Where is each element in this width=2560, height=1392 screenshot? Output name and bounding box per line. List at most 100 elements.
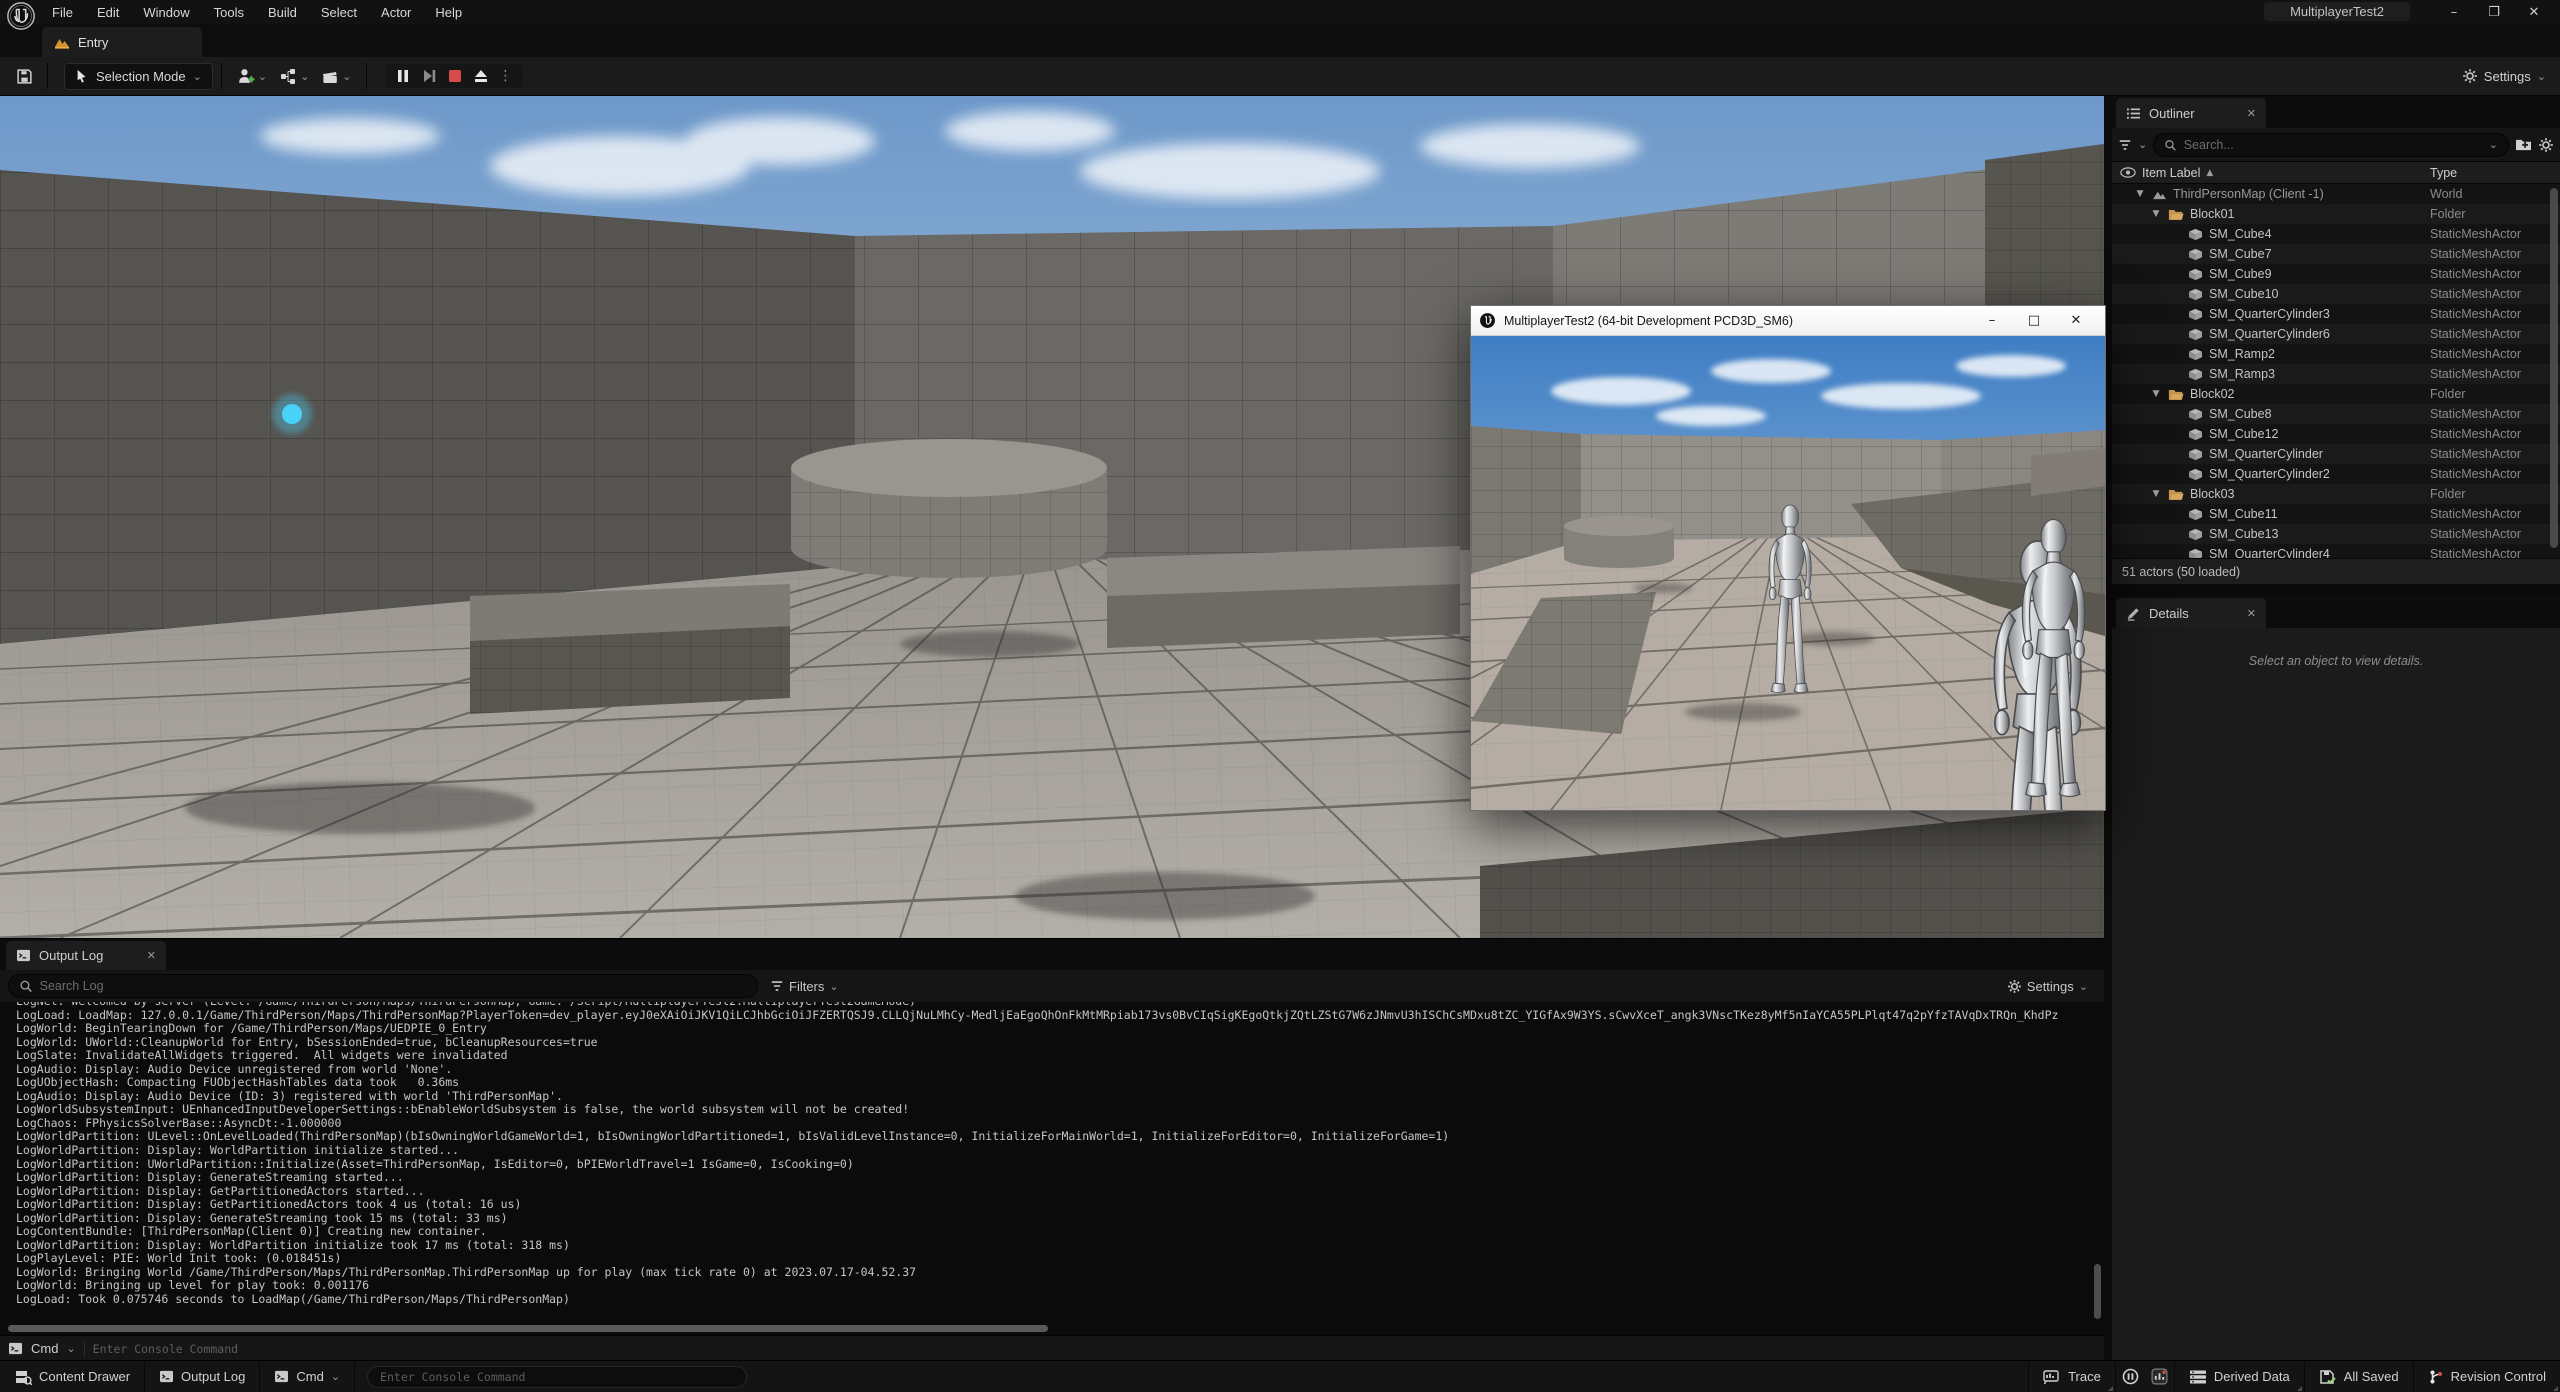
new-folder-icon[interactable] (2515, 137, 2532, 152)
static-mesh-icon (2188, 408, 2203, 421)
add-actor-button[interactable]: ⌄ (230, 63, 273, 90)
outliner-row[interactable]: SM_QuarterCylinder4StaticMeshActor (2112, 544, 2560, 558)
outliner-row[interactable]: SM_Cube11StaticMeshActor (2112, 504, 2560, 524)
content-drawer-button[interactable]: Content Drawer (0, 1361, 145, 1392)
tab-entry-level[interactable]: Entry (42, 27, 202, 57)
menu-actor[interactable]: Actor (371, 2, 421, 23)
close-icon[interactable]: ✕ (2247, 607, 2256, 620)
eject-button[interactable] (473, 68, 489, 84)
statusbar-console-input[interactable] (380, 1370, 734, 1384)
frame-skip-button[interactable] (421, 68, 437, 84)
column-item-label[interactable]: Item Label (2142, 166, 2200, 180)
close-button[interactable]: ✕ (2514, 0, 2554, 24)
derived-data-button[interactable]: Derived Data (2175, 1361, 2305, 1392)
tab-outliner[interactable]: Outliner ✕ (2116, 98, 2266, 128)
log-settings-dropdown[interactable]: Settings ⌄ (2007, 979, 2088, 994)
console-command-input[interactable] (93, 1342, 693, 1356)
tab-output-log[interactable]: Output Log ✕ (6, 941, 166, 970)
close-icon[interactable]: ✕ (147, 949, 156, 962)
toolbar-separator (47, 63, 48, 89)
chevron-down-icon[interactable]: ⌄ (2138, 138, 2147, 151)
menu-help[interactable]: Help (425, 2, 472, 23)
static-mesh-icon (2188, 288, 2203, 301)
outliner-row[interactable]: SM_Ramp3StaticMeshActor (2112, 364, 2560, 384)
outliner-row[interactable]: ▼Block02Folder (2112, 384, 2560, 404)
pie-minimize-button[interactable]: – (1971, 306, 2013, 336)
cinematics-button[interactable]: ⌄ (315, 63, 357, 89)
log-line: LogWorldPartition: Display: GetPartition… (16, 1198, 2104, 1212)
outliner-row[interactable]: SM_QuarterCylinder2StaticMeshActor (2112, 464, 2560, 484)
outliner-row[interactable]: ▼Block01Folder (2112, 204, 2560, 224)
pie-window-title: MultiplayerTest2 (64-bit Development PCD… (1504, 314, 1793, 328)
gear-icon[interactable] (2538, 137, 2554, 153)
trace-button[interactable]: Trace (2028, 1361, 2116, 1392)
titlebar[interactable]: File Edit Window Tools Build Select Acto… (0, 0, 2560, 24)
close-icon[interactable]: ✕ (2247, 107, 2256, 120)
outliner-row[interactable]: SM_Cube10StaticMeshActor (2112, 284, 2560, 304)
outliner-row[interactable]: SM_QuarterCylinder6StaticMeshActor (2112, 324, 2560, 344)
outliner-row[interactable]: SM_Cube13StaticMeshActor (2112, 524, 2560, 544)
pie-maximize-button[interactable]: □ (2013, 306, 2055, 336)
minimize-button[interactable]: – (2434, 0, 2474, 24)
menu-file[interactable]: File (42, 2, 83, 23)
pause-button[interactable] (395, 68, 411, 84)
play-options-kebab-icon[interactable]: ⋮ (499, 68, 513, 84)
outliner-row[interactable]: SM_QuarterCylinderStaticMeshActor (2112, 444, 2560, 464)
menu-build[interactable]: Build (258, 2, 307, 23)
log-text-area[interactable]: LogNet: Welcomed by server (Level: /Game… (0, 1002, 2104, 1335)
corner-grip (2108, 1386, 2113, 1391)
outliner-row[interactable]: SM_Cube8StaticMeshActor (2112, 404, 2560, 424)
menu-window[interactable]: Window (133, 2, 199, 23)
outliner-column-header[interactable]: Item Label ▲ Type (2112, 161, 2560, 184)
pie-game-window[interactable]: MultiplayerTest2 (64-bit Development PCD… (1470, 305, 2106, 811)
cmd-dropdown[interactable]: Cmd (31, 1341, 58, 1356)
log-search-input[interactable] (40, 979, 747, 993)
eye-icon[interactable] (2120, 167, 2136, 178)
outliner-row[interactable]: SM_Cube7StaticMeshActor (2112, 244, 2560, 264)
log-line: LogContentBundle: [ThirdPersonMap(Client… (16, 1225, 2104, 1239)
menu-select[interactable]: Select (311, 2, 367, 23)
outliner-row[interactable]: ▼ThirdPersonMap (Client -1)World (2112, 184, 2560, 204)
panel-splitter[interactable] (2112, 584, 2560, 596)
outliner-row[interactable]: SM_Cube9StaticMeshActor (2112, 264, 2560, 284)
statusbar-console-box[interactable] (367, 1366, 747, 1388)
toolbar-settings-dropdown[interactable]: Settings ⌄ (2462, 68, 2546, 84)
outliner-search-box[interactable]: ⌄ (2153, 133, 2509, 157)
pie-game-viewport[interactable] (1471, 336, 2105, 810)
outliner-search-input[interactable] (2184, 138, 2482, 152)
blueprints-button[interactable]: ⌄ (273, 63, 315, 89)
vertical-scrollbar[interactable] (2094, 1264, 2101, 1319)
menu-tools[interactable]: Tools (204, 2, 254, 23)
all-saved-button[interactable]: All Saved (2305, 1361, 2414, 1392)
main-toolbar: Selection Mode ⌄ ⌄ ⌄ ⌄ ⋮ Settings ⌄ (0, 57, 2560, 96)
trace-pause-button[interactable] (2116, 1361, 2145, 1392)
outliner-row[interactable]: ▼Block03Folder (2112, 484, 2560, 504)
revision-control-button[interactable]: Revision Control (2414, 1361, 2560, 1392)
pie-titlebar[interactable]: MultiplayerTest2 (64-bit Development PCD… (1471, 306, 2105, 336)
log-line: LogWorldPartition: Display: GenerateStre… (16, 1171, 2104, 1185)
maximize-button[interactable]: ❐ (2474, 0, 2514, 24)
outliner-row[interactable]: SM_Cube4StaticMeshActor (2112, 224, 2560, 244)
menu-edit[interactable]: Edit (87, 2, 129, 23)
tab-details[interactable]: Details ✕ (2116, 598, 2266, 628)
pie-close-button[interactable]: ✕ (2055, 306, 2097, 336)
save-button[interactable] (10, 64, 39, 89)
stop-button[interactable] (447, 68, 463, 84)
chevron-down-icon[interactable]: ⌄ (2489, 138, 2498, 151)
outliner-row[interactable]: SM_QuarterCylinder3StaticMeshActor (2112, 304, 2560, 324)
selection-mode-dropdown[interactable]: Selection Mode ⌄ (64, 63, 213, 90)
output-log-button[interactable]: Output Log (145, 1361, 260, 1392)
vertical-scrollbar[interactable] (2550, 188, 2558, 548)
outliner-row[interactable]: SM_Cube12StaticMeshActor (2112, 424, 2560, 444)
cmd-dropdown-button[interactable]: Cmd ⌄ (260, 1361, 355, 1392)
log-search-box[interactable] (8, 974, 758, 998)
filter-icon[interactable] (2118, 138, 2132, 152)
static-mesh-icon (2188, 248, 2203, 261)
chevron-down-icon: ⌄ (331, 1370, 340, 1383)
filters-dropdown[interactable]: Filters ⌄ (770, 979, 839, 994)
column-type[interactable]: Type (2430, 166, 2457, 180)
trace-snapshot-button[interactable] (2145, 1361, 2175, 1392)
terminal-icon (8, 1342, 23, 1355)
outliner-row[interactable]: SM_Ramp2StaticMeshActor (2112, 344, 2560, 364)
horizontal-scrollbar[interactable] (8, 1325, 1048, 1332)
